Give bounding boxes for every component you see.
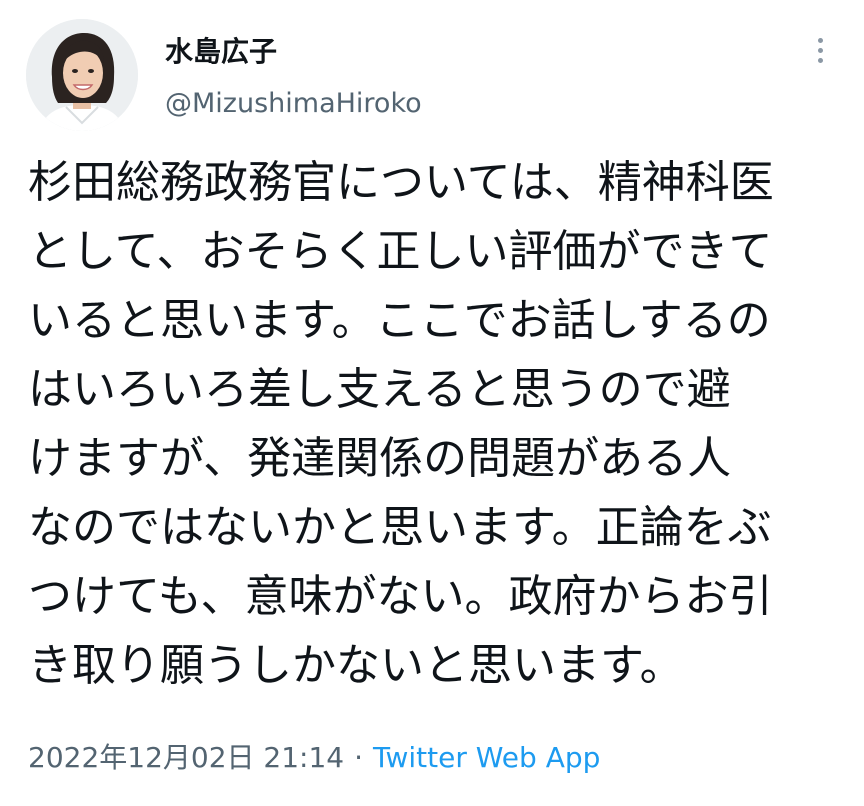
tweet-text-line: はいろいろ差し支えると思うので避 xyxy=(28,364,731,415)
tweet-text-line: き取り願うしかないと思います。 xyxy=(28,640,684,691)
tweet-text-line: として、おそらく正しい評価ができて xyxy=(28,226,773,277)
more-button[interactable] xyxy=(800,30,840,70)
handle[interactable]: @MizushimaHiroko xyxy=(165,86,422,122)
tweet-text-line: なのではないかと思います。正論をぶ xyxy=(28,502,772,553)
tweet-text-line: けますが、発達関係の問題がある人 xyxy=(28,433,732,484)
meta-separator: · xyxy=(354,741,364,774)
avatar-photo-icon xyxy=(26,19,138,131)
timestamp[interactable]: 2022年12月02日 21:14 xyxy=(28,741,344,774)
avatar[interactable] xyxy=(26,19,138,131)
display-name[interactable]: 水島広子 xyxy=(165,34,277,70)
source-link[interactable]: Twitter Web App xyxy=(373,741,600,774)
tweet-text-line: つけても、意味がない。政府からお引 xyxy=(28,571,773,622)
tweet: 水島広子 @MizushimaHiroko 杉田総務政務官については、精神科医 … xyxy=(0,0,864,806)
tweet-text: 杉田総務政務官については、精神科医 として、おそらく正しい評価ができて いると思… xyxy=(28,148,848,700)
tweet-meta: 2022年12月02日 21:14 · Twitter Web App xyxy=(28,738,600,778)
tweet-text-line: 杉田総務政務官については、精神科医 xyxy=(28,157,774,208)
more-vertical-icon xyxy=(817,47,823,53)
more-vertical-icon xyxy=(817,57,823,63)
tweet-text-line: いると思います。ここでお話しするの xyxy=(28,295,771,346)
more-vertical-icon xyxy=(817,37,823,43)
